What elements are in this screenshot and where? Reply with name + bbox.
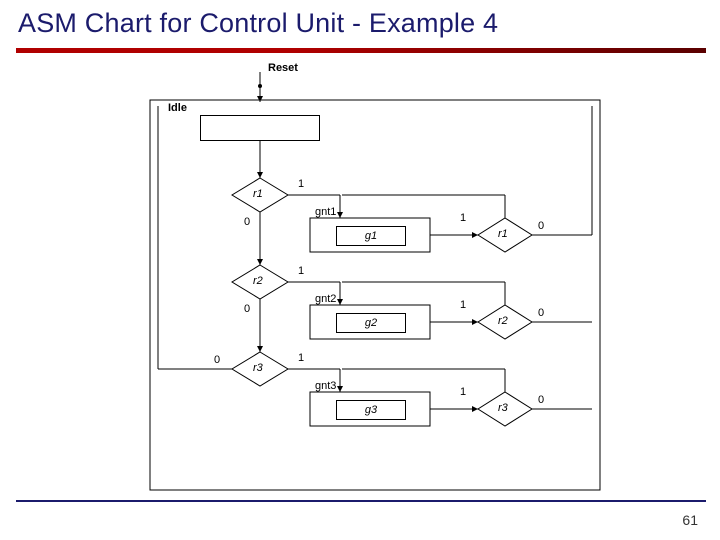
g3-output-box: g3 [336, 400, 406, 420]
r3b-false-label: 0 [538, 394, 544, 406]
r3b-true-label: 1 [460, 386, 466, 398]
idle-state-box [200, 115, 320, 141]
r1b-decision-label: r1 [498, 228, 508, 240]
slide-title: ASM Chart for Control Unit - Example 4 [18, 8, 498, 39]
r2b-false-label: 0 [538, 307, 544, 319]
g1-output-box: g1 [336, 226, 406, 246]
idle-label: Idle [168, 102, 187, 114]
r2b-decision-label: r2 [498, 315, 508, 327]
r3b-decision-label: r3 [498, 402, 508, 414]
r1-decision-label: r1 [253, 188, 263, 200]
r2-decision-label: r2 [253, 275, 263, 287]
r2-false-label: 0 [244, 303, 250, 315]
reset-label: Reset [268, 62, 298, 74]
r2b-true-label: 1 [460, 299, 466, 311]
title-underline [16, 48, 706, 53]
r1b-false-label: 0 [538, 220, 544, 232]
footer-rule [16, 500, 706, 502]
g2-output-box: g2 [336, 313, 406, 333]
r1-true-label: 1 [298, 178, 304, 190]
page-number: 61 [682, 512, 698, 528]
gnt1-state-label: gnt1 [315, 206, 336, 218]
r3-false-label: 0 [214, 354, 220, 366]
gnt2-state-label: gnt2 [315, 293, 336, 305]
r3-true-label: 1 [298, 352, 304, 364]
r1b-true-label: 1 [460, 212, 466, 224]
r1-false-label: 0 [244, 216, 250, 228]
r3-decision-label: r3 [253, 362, 263, 374]
gnt3-state-label: gnt3 [315, 380, 336, 392]
asm-chart: Reset Idle r1 1 0 gnt1 g1 r1 1 0 r2 1 0 … [140, 60, 610, 495]
r2-true-label: 1 [298, 265, 304, 277]
